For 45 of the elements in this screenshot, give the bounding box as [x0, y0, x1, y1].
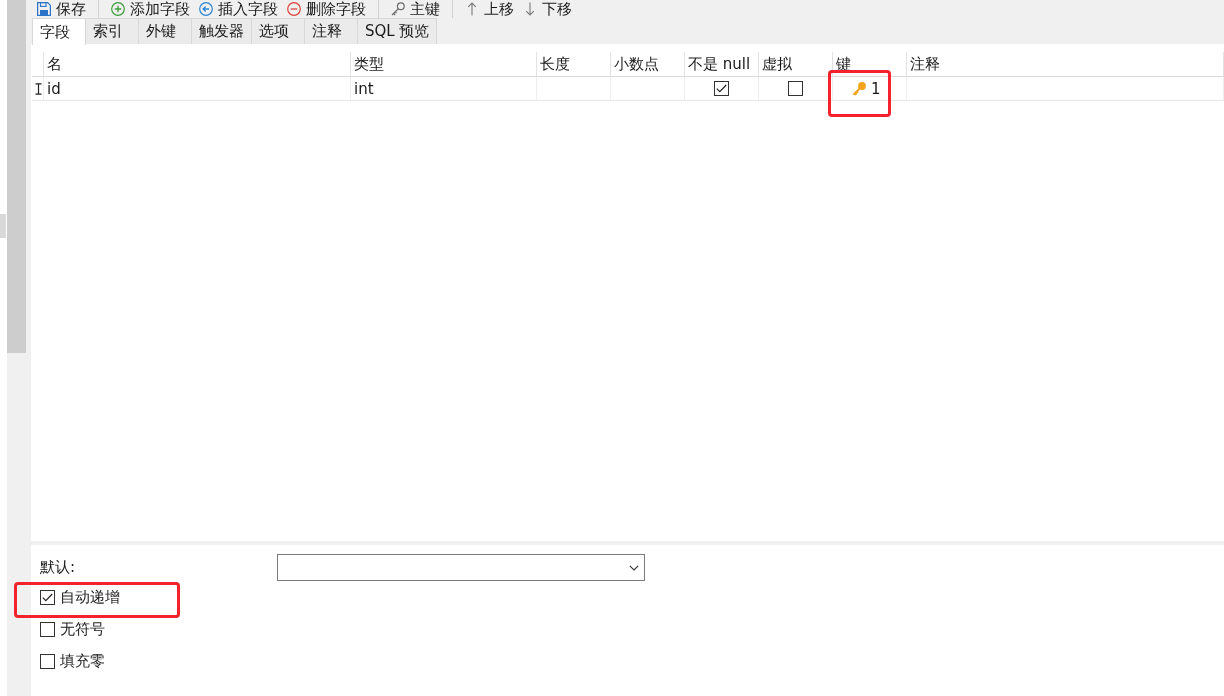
- checkbox-label: 填充零: [60, 651, 105, 671]
- column-header: 键: [833, 52, 907, 77]
- toolbar-button[interactable]: 添加字段: [108, 0, 193, 18]
- column-header: 名: [44, 52, 351, 77]
- tab[interactable]: 触发器: [191, 18, 252, 44]
- key-number: 1: [871, 80, 881, 97]
- chevron-down-icon: [629, 564, 639, 571]
- column-header: 不是 null: [685, 52, 759, 77]
- key-icon: [391, 2, 405, 16]
- tab[interactable]: 选项: [251, 18, 305, 44]
- toolbar-button[interactable]: 下移: [520, 0, 575, 18]
- field-label: 默认:: [40, 558, 77, 577]
- checkbox[interactable]: [40, 653, 55, 669]
- splitter-handle[interactable]: [0, 214, 6, 238]
- toolbar-button[interactable]: 插入字段: [196, 0, 281, 18]
- checkbox-label: 自动递增: [60, 587, 120, 607]
- down-arrow-icon: [523, 2, 537, 16]
- tab[interactable]: 字段: [32, 18, 86, 45]
- tab[interactable]: 注释: [304, 18, 358, 44]
- column-header: 小数点: [611, 52, 685, 77]
- toolbar-button[interactable]: 上移: [462, 0, 517, 18]
- minus-circle-icon: [287, 2, 301, 16]
- checkbox[interactable]: [788, 81, 803, 96]
- table-cell: int: [351, 77, 537, 101]
- tab[interactable]: SQL 预览: [357, 18, 438, 44]
- up-arrow-icon: [465, 2, 479, 16]
- toolbar-button[interactable]: 删除字段: [284, 0, 369, 18]
- checkbox-label: 无符号: [60, 619, 105, 639]
- table-cell: id: [44, 77, 351, 101]
- plus-circle-icon: [111, 2, 125, 16]
- column-header: 长度: [537, 52, 611, 77]
- checkbox[interactable]: [40, 589, 55, 605]
- column-header: 注释: [907, 52, 1224, 77]
- checkbox[interactable]: [40, 621, 55, 637]
- toolbar-button[interactable]: 保存: [34, 0, 89, 18]
- dropdown-field[interactable]: [277, 554, 645, 581]
- key-icon: [852, 81, 866, 96]
- column-header: 虚拟: [759, 52, 833, 77]
- toolbar-button[interactable]: 主键: [388, 0, 443, 18]
- tab[interactable]: 索引: [85, 18, 139, 44]
- column-header: 类型: [351, 52, 537, 77]
- scrollbar-thumb[interactable]: [7, 0, 26, 353]
- tab[interactable]: 外键: [138, 18, 192, 44]
- left-arrow-circle-icon: [199, 2, 213, 16]
- checkbox[interactable]: [714, 81, 729, 96]
